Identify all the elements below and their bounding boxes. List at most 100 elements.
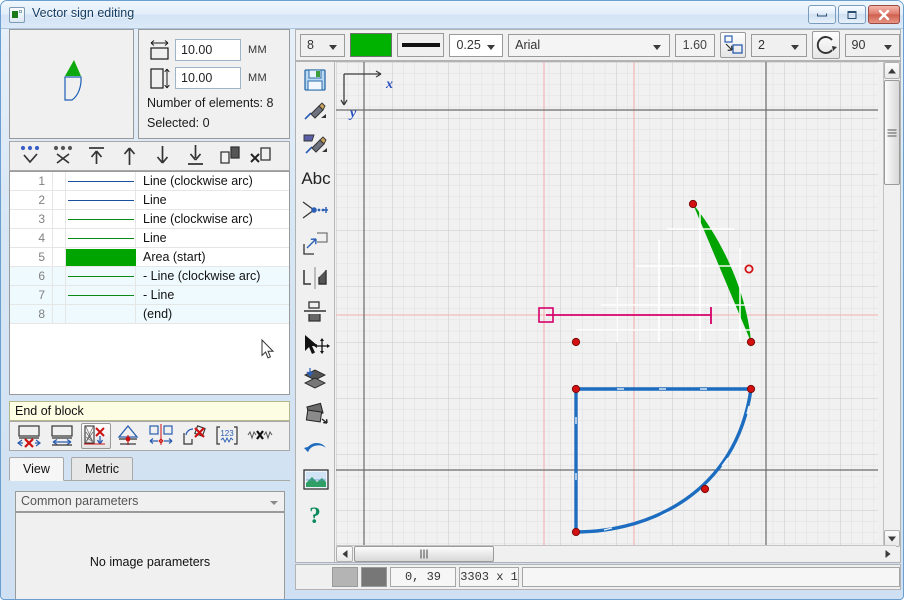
vscroll-thumb[interactable] — [884, 80, 900, 185]
canvas-vscrollbar[interactable] — [883, 62, 900, 547]
deselect-all-icon[interactable] — [49, 143, 80, 169]
list-item[interactable]: 6 - Line (clockwise arc) — [10, 266, 289, 286]
canvas-hscrollbar[interactable] — [336, 545, 896, 562]
list-item-style-swatch — [66, 247, 136, 267]
hscroll-thumb[interactable] — [354, 546, 494, 562]
list-item[interactable]: 8 (end) — [10, 304, 289, 324]
list-item[interactable]: 1 Line (clockwise arc) — [10, 172, 289, 191]
font-size-input[interactable]: 1.60 — [674, 33, 715, 57]
list-item-gutter — [52, 172, 66, 191]
scroll-up-button[interactable] — [884, 62, 900, 79]
rotate-icon[interactable] — [811, 31, 840, 59]
drawing-canvas[interactable]: x y — [336, 62, 878, 547]
list-item-label: Line — [143, 231, 167, 245]
list-item[interactable]: 5 Area (start) — [10, 247, 289, 267]
edit-area-icon[interactable] — [300, 130, 332, 160]
anchor-combo[interactable]: 2 — [751, 33, 807, 57]
caret-right-icon — [885, 550, 891, 559]
move-up-icon[interactable] — [115, 143, 146, 169]
list-item-style-swatch — [66, 285, 136, 305]
line-width-combo[interactable]: 0.25 — [449, 33, 504, 57]
list-item-number: 6 — [38, 269, 45, 283]
height-unit: MM — [248, 72, 267, 84]
tab-view[interactable]: View — [9, 457, 64, 481]
select-all-icon[interactable] — [16, 143, 47, 169]
list-item[interactable]: 2 Line — [10, 190, 289, 210]
status-bar: 0, 39 3303 x 1 — [295, 564, 901, 590]
font-combo[interactable]: Arial — [508, 33, 670, 57]
list-item[interactable]: 7 - Line — [10, 285, 289, 305]
list-item[interactable]: 4 Line — [10, 228, 289, 248]
list-item[interactable]: 3 Line (clockwise arc) — [10, 209, 289, 229]
list-item-style-swatch — [66, 172, 136, 191]
align-icon[interactable] — [300, 298, 332, 328]
block-width-icon[interactable] — [48, 423, 78, 449]
status-swatch-dark[interactable] — [361, 567, 387, 587]
tab-metric[interactable]: Metric — [71, 457, 134, 481]
width-input[interactable]: 10.00 — [175, 39, 241, 61]
anchor-value: 2 — [758, 37, 765, 52]
move-to-bottom-icon[interactable] — [181, 143, 212, 169]
list-item-label: Line (clockwise arc) — [143, 174, 253, 188]
list-item-gutter — [52, 266, 66, 286]
list-item-label: Line — [143, 193, 167, 207]
select-move-icon[interactable] — [300, 332, 332, 362]
move-down-icon[interactable] — [148, 143, 179, 169]
edit-line-icon[interactable] — [300, 98, 332, 128]
parameters-combo-value: Common parameters — [21, 494, 139, 508]
line-width-preview[interactable] — [396, 33, 445, 57]
move-to-top-icon[interactable] — [82, 143, 113, 169]
help-icon[interactable]: ? — [300, 500, 332, 530]
list-item-gutter — [52, 285, 66, 305]
rotation-combo[interactable]: 90 — [844, 33, 901, 57]
delete-block-icon[interactable] — [15, 423, 45, 449]
color-swatch-button[interactable] — [349, 33, 392, 57]
list-item-gutter — [52, 247, 66, 267]
element-list[interactable]: 1 Line (clockwise arc) 2 Line 3 Line (clockwi… — [9, 171, 290, 395]
scroll-left-button[interactable] — [336, 546, 353, 562]
mirror-object-icon[interactable] — [147, 423, 177, 449]
status-message-field — [522, 567, 900, 587]
duplicate-icon[interactable] — [214, 143, 245, 169]
width-row: 10.00 MM — [147, 38, 267, 62]
status-swatch-light[interactable] — [332, 567, 358, 587]
caret-up-icon — [888, 68, 897, 74]
delete-vertical-icon[interactable] — [81, 423, 111, 449]
dimension-panel: 10.00 MM 10.00 MM Number of elements: 8 … — [138, 29, 290, 139]
anchor-position-icon[interactable] — [720, 32, 746, 58]
node-edit-icon[interactable] — [300, 196, 332, 226]
rotation-value: 90 — [851, 37, 866, 52]
numeric-edit-icon[interactable]: 123 — [213, 423, 243, 449]
scroll-right-button[interactable] — [879, 546, 896, 562]
svg-text:?: ? — [309, 503, 321, 528]
list-item-label: Line (clockwise arc) — [143, 212, 253, 226]
image-icon[interactable] — [300, 466, 332, 496]
layer-value: 8 — [307, 37, 314, 52]
font-value: Arial — [515, 37, 541, 52]
window-title: Vector sign editing — [32, 6, 135, 20]
minimize-button[interactable] — [808, 5, 836, 24]
svg-text:123: 123 — [220, 429, 234, 438]
center-object-icon[interactable] — [114, 423, 144, 449]
list-item-style-swatch — [66, 304, 136, 324]
layers-icon[interactable] — [300, 366, 332, 396]
undo-icon[interactable] — [300, 434, 332, 464]
maximize-button[interactable] — [838, 5, 866, 24]
parameters-combo[interactable]: Common parameters — [15, 491, 285, 512]
list-item-number: 5 — [38, 250, 45, 264]
delete-node-icon[interactable] — [180, 423, 210, 449]
smooth-curve-icon[interactable] — [246, 423, 276, 449]
list-item-label: - Line (clockwise arc) — [143, 269, 261, 283]
dimensions-field: 3303 x 1 — [459, 567, 519, 587]
copy-shape-icon[interactable] — [300, 230, 332, 260]
layer-combo[interactable]: 8 — [300, 33, 345, 57]
close-button[interactable] — [868, 5, 900, 24]
height-input[interactable]: 10.00 — [175, 67, 241, 89]
coordinates-field: 0, 39 — [390, 567, 456, 587]
text-tool-icon[interactable]: Abc — [300, 164, 332, 194]
delete-element-icon[interactable] — [247, 143, 278, 169]
transform-icon[interactable] — [300, 400, 332, 430]
split-shape-icon[interactable] — [300, 264, 332, 294]
save-icon[interactable] — [300, 66, 332, 96]
scroll-grip-icon — [420, 549, 428, 559]
